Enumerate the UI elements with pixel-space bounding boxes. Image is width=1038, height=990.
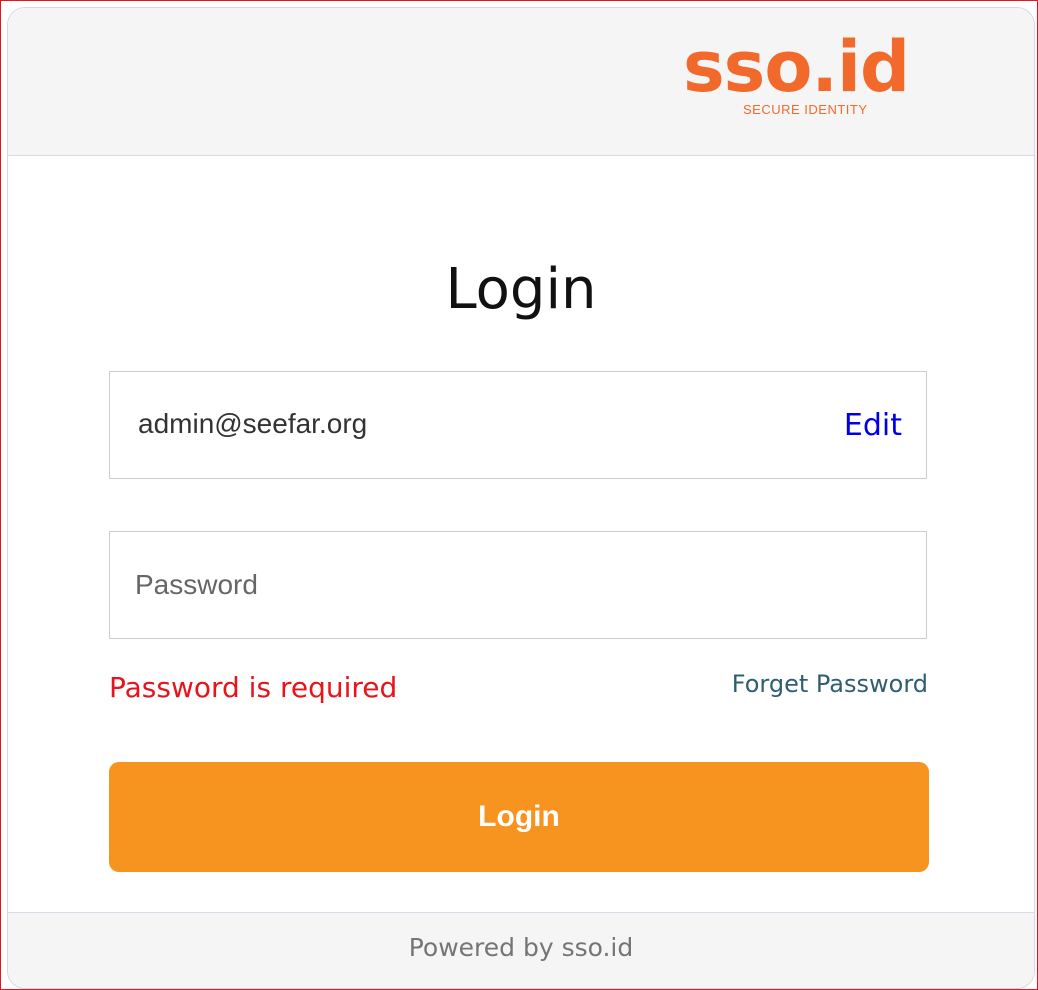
logo-tagline: SECURE IDENTITY <box>743 102 868 117</box>
powered-by-text: Powered by sso.id <box>408 933 634 962</box>
email-value: admin@seefar.org <box>138 408 368 439</box>
password-error-message: Password is required <box>109 671 398 704</box>
password-input[interactable] <box>110 532 926 638</box>
card-header: sso.id SECURE IDENTITY <box>8 8 1034 156</box>
edit-email-link[interactable]: Edit <box>844 408 902 443</box>
card-footer: Powered by sso.id <box>8 912 1034 988</box>
email-field: admin@seefar.org Edit <box>109 371 927 479</box>
login-button[interactable]: Login <box>109 762 929 872</box>
password-field <box>109 531 927 639</box>
login-card: sso.id SECURE IDENTITY Login admin@seefa… <box>7 7 1035 989</box>
login-window: sso.id SECURE IDENTITY Login admin@seefa… <box>0 0 1038 990</box>
sso-id-logo: sso.id SECURE IDENTITY <box>683 30 933 122</box>
page-title: Login <box>445 256 597 322</box>
logo-wordmark: sso.id <box>683 26 910 108</box>
forget-password-link[interactable]: Forget Password <box>732 670 928 698</box>
